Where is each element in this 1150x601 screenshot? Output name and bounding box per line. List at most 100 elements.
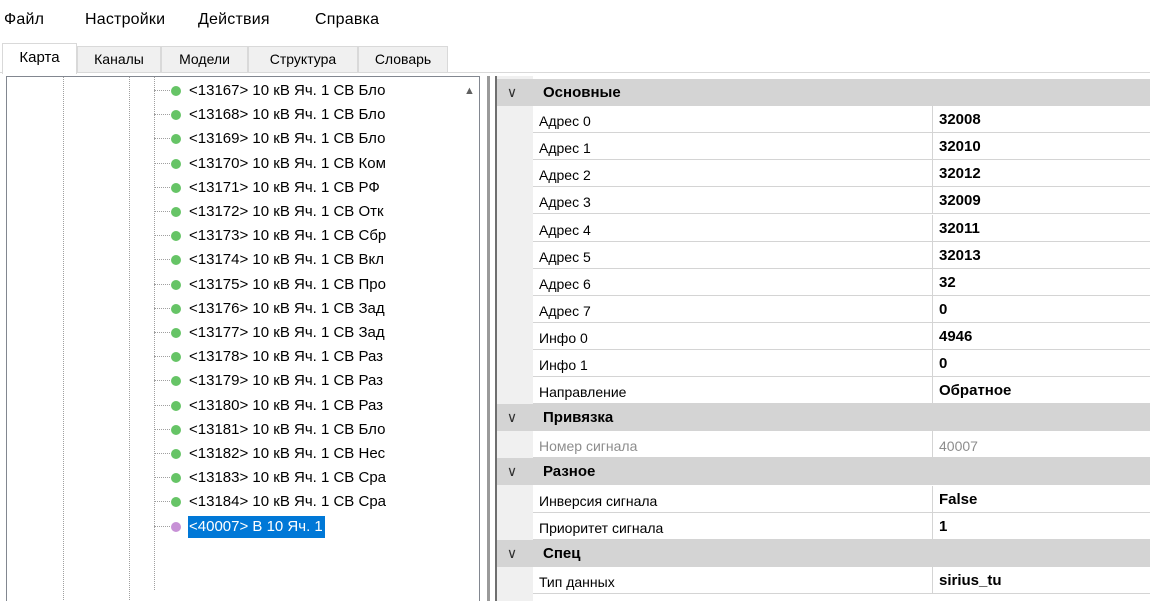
category-header[interactable]: ∨ Привязка: [497, 404, 1150, 431]
property-value[interactable]: 32010: [939, 138, 981, 155]
menu-actions[interactable]: Действия: [198, 11, 270, 29]
tree-item[interactable]: <13182> 10 кВ Яч. 1 СВ Нес: [7, 442, 479, 466]
property-row[interactable]: Адрес 2 32012: [533, 160, 1150, 187]
tree-connector: [154, 453, 170, 454]
category-header[interactable]: ∨ Спец: [497, 540, 1150, 567]
column-divider: [932, 513, 933, 540]
tab-dictionary[interactable]: Словарь: [358, 46, 448, 73]
column-divider: [932, 567, 933, 594]
property-value[interactable]: 32012: [939, 165, 981, 182]
tab-divider: [0, 72, 1150, 73]
tree-item[interactable]: <13179> 10 кВ Яч. 1 СВ Раз: [7, 369, 479, 393]
property-value[interactable]: 32013: [939, 247, 981, 264]
chevron-down-icon[interactable]: ∨: [503, 544, 521, 562]
chevron-down-icon[interactable]: ∨: [503, 462, 521, 480]
property-name: Адрес 2: [539, 167, 591, 183]
tab-structure[interactable]: Структура: [248, 46, 358, 73]
tree-item[interactable]: <13173> 10 кВ Яч. 1 СВ Сбр: [7, 224, 479, 248]
tree-item[interactable]: <13184> 10 кВ Яч. 1 СВ Сра: [7, 490, 479, 514]
tree-connector: [154, 308, 170, 309]
property-row[interactable]: Номер сигнала 40007: [533, 431, 1150, 458]
tree-item[interactable]: <13183> 10 кВ Яч. 1 СВ Сра: [7, 466, 479, 490]
category-label: Привязка: [543, 409, 614, 426]
tree-item-selected[interactable]: <40007> В 10 Яч. 1: [7, 515, 479, 539]
property-value[interactable]: 32: [939, 274, 956, 291]
property-value[interactable]: 4946: [939, 328, 972, 345]
property-row[interactable]: Инфо 1 0: [533, 350, 1150, 377]
chevron-down-icon[interactable]: ∨: [503, 83, 521, 101]
property-value[interactable]: 40007: [939, 438, 978, 454]
property-name: Приоритет сигнала: [539, 520, 664, 536]
property-name: Адрес 0: [539, 113, 591, 129]
property-row[interactable]: Тип данных sirius_tu: [533, 567, 1150, 594]
property-value[interactable]: False: [939, 491, 977, 508]
tree-item-label: <13182> 10 кВ Яч. 1 СВ Нес: [189, 445, 386, 462]
tab-channels[interactable]: Каналы: [77, 46, 161, 73]
property-row[interactable]: Направление Обратное: [533, 377, 1150, 404]
tree-item[interactable]: <13171> 10 кВ Яч. 1 СВ РФ: [7, 176, 479, 200]
tree-item[interactable]: <13178> 10 кВ Яч. 1 СВ Раз: [7, 345, 479, 369]
tree-item[interactable]: <13172> 10 кВ Яч. 1 СВ Отк: [7, 200, 479, 224]
property-row[interactable]: Адрес 7 0: [533, 296, 1150, 323]
column-divider: [932, 296, 933, 323]
menu-help[interactable]: Справка: [315, 11, 379, 29]
scroll-up-arrow-icon[interactable]: ▲: [464, 86, 475, 97]
tree-item-label: <13167> 10 кВ Яч. 1 СВ Бло: [189, 82, 386, 99]
property-row[interactable]: Приоритет сигнала 1: [533, 513, 1150, 540]
menu-file[interactable]: Файл: [4, 11, 44, 29]
category-header[interactable]: ∨ Разное: [497, 458, 1150, 485]
tree-connector: [154, 477, 170, 478]
property-row[interactable]: Адрес 5 32013: [533, 242, 1150, 269]
signal-node-icon: [171, 255, 181, 265]
column-divider: [932, 431, 933, 458]
column-divider: [932, 242, 933, 269]
property-row[interactable]: Адрес 0 32008: [533, 106, 1150, 133]
property-value[interactable]: 0: [939, 301, 947, 318]
tree-item[interactable]: <13170> 10 кВ Яч. 1 СВ Ком: [7, 152, 479, 176]
tree-item[interactable]: <13177> 10 кВ Яч. 1 СВ Зад: [7, 321, 479, 345]
tree-connector: [154, 211, 170, 212]
property-row[interactable]: Адрес 3 32009: [533, 187, 1150, 214]
menu-settings[interactable]: Настройки: [85, 11, 165, 29]
tree-item[interactable]: <13167> 10 кВ Яч. 1 СВ Бло: [7, 79, 479, 103]
tree-item-label: <13178> 10 кВ Яч. 1 СВ Раз: [189, 348, 384, 365]
tab-map[interactable]: Карта: [2, 43, 77, 74]
property-row[interactable]: Адрес 1 32010: [533, 133, 1150, 160]
property-grid[interactable]: ∨ Основные Адрес 0 32008 Адрес 1 32010 Адрес 2…: [497, 76, 1150, 601]
tree-item[interactable]: <13174> 10 кВ Яч. 1 СВ Вкл: [7, 248, 479, 272]
property-row[interactable]: Инверсия сигнала False: [533, 486, 1150, 513]
property-value[interactable]: 0: [939, 355, 947, 372]
tree-item[interactable]: <13180> 10 кВ Яч. 1 СВ Раз: [7, 394, 479, 418]
tree-scrollbar[interactable]: ▲: [459, 77, 479, 601]
property-value[interactable]: sirius_tu: [939, 572, 1002, 589]
property-row[interactable]: Адрес 4 32011: [533, 215, 1150, 242]
channel-tree[interactable]: <13167> 10 кВ Яч. 1 СВ Бло <13168> 10 кВ …: [6, 76, 480, 601]
tree-item[interactable]: <13168> 10 кВ Яч. 1 СВ Бло: [7, 103, 479, 127]
tree-item[interactable]: <13181> 10 кВ Яч. 1 СВ Бло: [7, 418, 479, 442]
tree-item-label: <13171> 10 кВ Яч. 1 СВ РФ: [189, 179, 380, 196]
property-row[interactable]: Адрес 6 32: [533, 269, 1150, 296]
tree-connector: [154, 90, 170, 91]
tree-item-label: <13173> 10 кВ Яч. 1 СВ Сбр: [189, 227, 387, 244]
tree-item[interactable]: <13175> 10 кВ Яч. 1 СВ Про: [7, 273, 479, 297]
property-value[interactable]: 32008: [939, 111, 981, 128]
signal-node-icon: [171, 86, 181, 96]
tree-item[interactable]: <13176> 10 кВ Яч. 1 СВ Зад: [7, 297, 479, 321]
property-name: Адрес 5: [539, 249, 591, 265]
chevron-down-icon[interactable]: ∨: [503, 408, 521, 426]
panel-splitter[interactable]: [480, 76, 497, 601]
signal-node-icon: [171, 159, 181, 169]
property-value[interactable]: 32009: [939, 192, 981, 209]
category-header[interactable]: ∨ Основные: [497, 79, 1150, 106]
tab-models[interactable]: Модели: [161, 46, 248, 73]
tree-connector: [154, 526, 170, 527]
tree-connector: [154, 380, 170, 381]
signal-node-icon: [171, 231, 181, 241]
tree-item-label: <13169> 10 кВ Яч. 1 СВ Бло: [189, 130, 386, 147]
property-value[interactable]: Обратное: [939, 382, 1011, 399]
tree-item[interactable]: <13169> 10 кВ Яч. 1 СВ Бло: [7, 127, 479, 151]
property-value[interactable]: 32011: [939, 220, 980, 237]
column-divider: [932, 350, 933, 377]
property-row[interactable]: Инфо 0 4946: [533, 323, 1150, 350]
property-value[interactable]: 1: [939, 518, 947, 535]
